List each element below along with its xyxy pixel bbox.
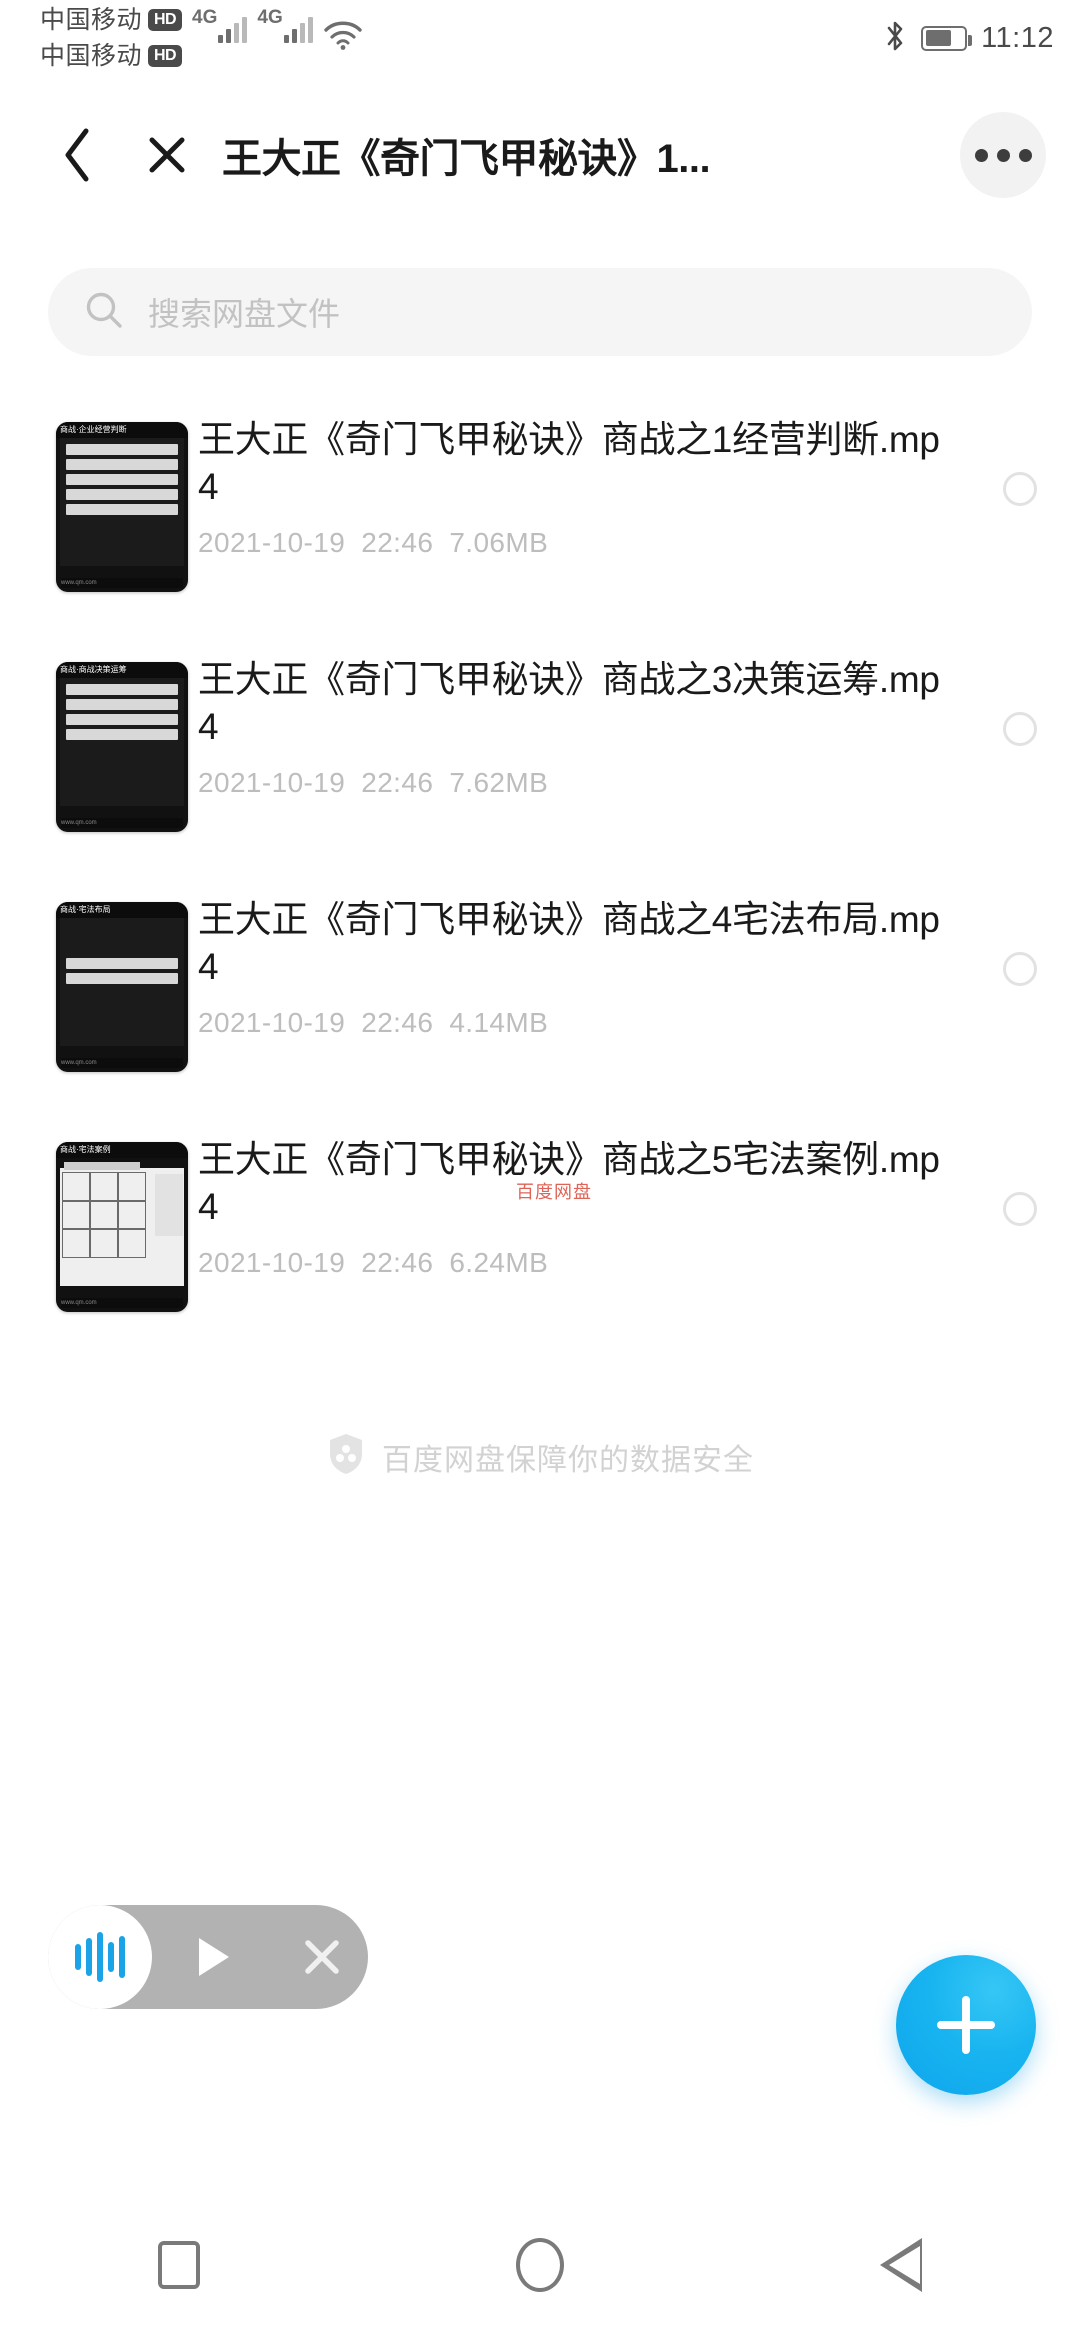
home-button[interactable] xyxy=(516,2238,564,2292)
video-thumbnail-image: 商战·企业经营判断 www.qm.com xyxy=(56,422,188,592)
file-thumbnail: 商战·宅法案例 www.qm.com xyxy=(46,1136,198,1312)
video-thumbnail-image: 商战·商战决策运筹 www.qm.com xyxy=(56,662,188,832)
status-bar-right: 11:12 xyxy=(883,19,1054,58)
file-thumbnail: 商战·宅法布局 www.qm.com xyxy=(46,896,198,1072)
file-size: 6.24MB xyxy=(449,1246,549,1278)
status-bar-clock: 11:12 xyxy=(981,21,1054,54)
audio-close-button[interactable] xyxy=(276,1934,368,1980)
file-name: 王大正《奇门飞甲秘诀》商战之3决策运筹.mp4 xyxy=(198,659,940,748)
signal-sim2: 4G xyxy=(257,3,313,49)
status-bar: 中国移动 HD 中国移动 HD 4G 4G 11:12 xyxy=(0,0,1080,76)
wifi-icon xyxy=(323,21,363,56)
file-date: 2021-10-19 xyxy=(198,766,346,798)
safety-note: 百度网盘保障你的数据安全 xyxy=(0,1432,1080,1481)
plus-icon xyxy=(937,2021,995,2029)
circle-unchecked-icon xyxy=(1003,712,1037,746)
add-button[interactable] xyxy=(896,1955,1036,2095)
network-label-sim1: 4G xyxy=(192,7,218,28)
page-title: 王大正《奇门飞甲秘诀》1... xyxy=(222,137,711,181)
file-subtitle: 2021-10-19 22:46 7.62MB xyxy=(198,767,950,799)
search-icon xyxy=(84,290,124,335)
file-date: 2021-10-19 xyxy=(198,1246,346,1278)
file-time: 22:46 xyxy=(361,766,434,798)
audio-play-button[interactable] xyxy=(152,1938,276,1976)
circle-unchecked-icon xyxy=(1003,952,1037,986)
file-time: 22:46 xyxy=(361,1246,434,1278)
circle-unchecked-icon xyxy=(1003,472,1037,506)
close-icon xyxy=(305,1940,339,1974)
file-name: 王大正《奇门飞甲秘诀》商战之4宅法布局.mp4 xyxy=(198,899,940,988)
hd-badge-sim1: HD xyxy=(148,9,183,31)
hd-badge-sim2: HD xyxy=(148,45,183,67)
carrier-name-sim1: 中国移动 xyxy=(40,5,143,34)
thumbnail-header: 商战·宅法布局 xyxy=(56,902,188,918)
close-icon xyxy=(149,137,185,173)
video-thumbnail-image: 商战·宅法案例 www.qm.com xyxy=(56,1142,188,1312)
file-size: 4.14MB xyxy=(449,1006,549,1038)
more-options-button[interactable] xyxy=(960,112,1046,198)
table-row[interactable]: 商战·企业经营判断 www.qm.com 王大正《奇门飞甲秘诀》商战之1经营判断… xyxy=(0,394,1080,634)
file-list: 商战·企业经营判断 www.qm.com 王大正《奇门飞甲秘诀》商战之1经营判断… xyxy=(0,394,1080,1354)
close-button[interactable] xyxy=(130,133,204,177)
more-horizontal-icon-dot xyxy=(974,148,988,162)
file-select-checkbox[interactable] xyxy=(960,896,1080,986)
app-bar: 王大正《奇门飞甲秘诀》1... xyxy=(0,100,1080,210)
back-button[interactable] xyxy=(34,126,120,184)
table-row[interactable]: 商战·宅法案例 www.qm.com 王大正《奇门飞甲秘诀》商战之5宅法案例.m… xyxy=(0,1114,1080,1354)
carrier-list: 中国移动 HD 中国移动 HD xyxy=(40,3,183,73)
file-date: 2021-10-19 xyxy=(198,526,346,558)
file-name: 王大正《奇门飞甲秘诀》商战之5宅法案例.mp4 xyxy=(198,1139,940,1228)
file-select-checkbox[interactable] xyxy=(960,656,1080,746)
file-info: 王大正《奇门飞甲秘诀》商战之5宅法案例.mp4 2021-10-19 22:46 6… xyxy=(198,1136,960,1279)
file-time: 22:46 xyxy=(361,1006,434,1038)
thumbnail-header: 商战·宅法案例 xyxy=(56,1142,188,1158)
network-label-sim2: 4G xyxy=(257,7,283,28)
file-subtitle: 2021-10-19 22:46 7.06MB xyxy=(198,527,950,559)
recents-button[interactable] xyxy=(158,2241,200,2289)
search-input[interactable]: 搜索网盘文件 xyxy=(148,289,340,335)
file-info: 王大正《奇门飞甲秘诀》商战之4宅法布局.mp4 2021-10-19 22:46 4… xyxy=(198,896,960,1039)
video-thumbnail-image: 商战·宅法布局 www.qm.com xyxy=(56,902,188,1072)
safety-note-text: 百度网盘保障你的数据安全 xyxy=(382,1443,754,1477)
signal-bars-sim1 xyxy=(218,15,248,43)
app-screen: 中国移动 HD 中国移动 HD 4G 4G 11:12 王大正《奇门飞甲秘诀》1… xyxy=(0,0,1080,2340)
file-thumbnail: 商战·商战决策运筹 www.qm.com xyxy=(46,656,198,832)
chevron-left-icon xyxy=(65,128,89,182)
file-select-checkbox[interactable] xyxy=(960,416,1080,506)
file-name: 王大正《奇门飞甲秘诀》商战之1经营判断.mp4 xyxy=(198,419,940,508)
circle-unchecked-icon xyxy=(1003,1192,1037,1226)
status-bar-left: 中国移动 HD 中国移动 HD 4G 4G xyxy=(40,3,363,73)
android-nav-bar xyxy=(0,2190,1080,2340)
thumbnail-header: 商战·企业经营判断 xyxy=(56,422,188,438)
signal-bars-sim2 xyxy=(283,15,313,43)
table-row[interactable]: 商战·商战决策运筹 www.qm.com 王大正《奇门飞甲秘诀》商战之3决策运筹… xyxy=(0,634,1080,874)
back-nav-button[interactable] xyxy=(880,2238,922,2292)
bluetooth-icon xyxy=(883,19,907,58)
file-thumbnail: 商战·企业经营判断 www.qm.com xyxy=(46,416,198,592)
carrier-name-sim2: 中国移动 xyxy=(40,41,143,70)
more-horizontal-icon-dot xyxy=(996,148,1010,162)
thumbnail-header: 商战·商战决策运筹 xyxy=(56,662,188,678)
signal-sim1: 4G xyxy=(192,3,248,49)
file-size: 7.62MB xyxy=(449,766,549,798)
more-horizontal-icon-dot xyxy=(1018,148,1032,162)
table-row[interactable]: 商战·宅法布局 www.qm.com 王大正《奇门飞甲秘诀》商战之4宅法布局.m… xyxy=(0,874,1080,1114)
file-subtitle: 2021-10-19 22:46 6.24MB xyxy=(198,1247,950,1279)
file-subtitle: 2021-10-19 22:46 4.14MB xyxy=(198,1007,950,1039)
file-info: 王大正《奇门飞甲秘诀》商战之1经营判断.mp4 2021-10-19 22:46 7… xyxy=(198,416,960,559)
carrier-sim1: 中国移动 HD xyxy=(40,3,183,37)
audio-waveform-icon[interactable] xyxy=(48,1905,152,2009)
file-select-checkbox[interactable] xyxy=(960,1136,1080,1226)
file-size: 7.06MB xyxy=(449,526,549,558)
search-bar[interactable]: 搜索网盘文件 xyxy=(48,268,1032,356)
file-time: 22:46 xyxy=(361,526,434,558)
floating-audio-player[interactable] xyxy=(48,1905,368,2009)
file-info: 王大正《奇门飞甲秘诀》商战之3决策运筹.mp4 2021-10-19 22:46 7… xyxy=(198,656,960,799)
play-icon xyxy=(199,1938,229,1976)
shield-icon xyxy=(326,1432,366,1481)
carrier-sim2: 中国移动 HD xyxy=(40,39,183,73)
battery-icon xyxy=(921,25,973,51)
file-date: 2021-10-19 xyxy=(198,1006,346,1038)
